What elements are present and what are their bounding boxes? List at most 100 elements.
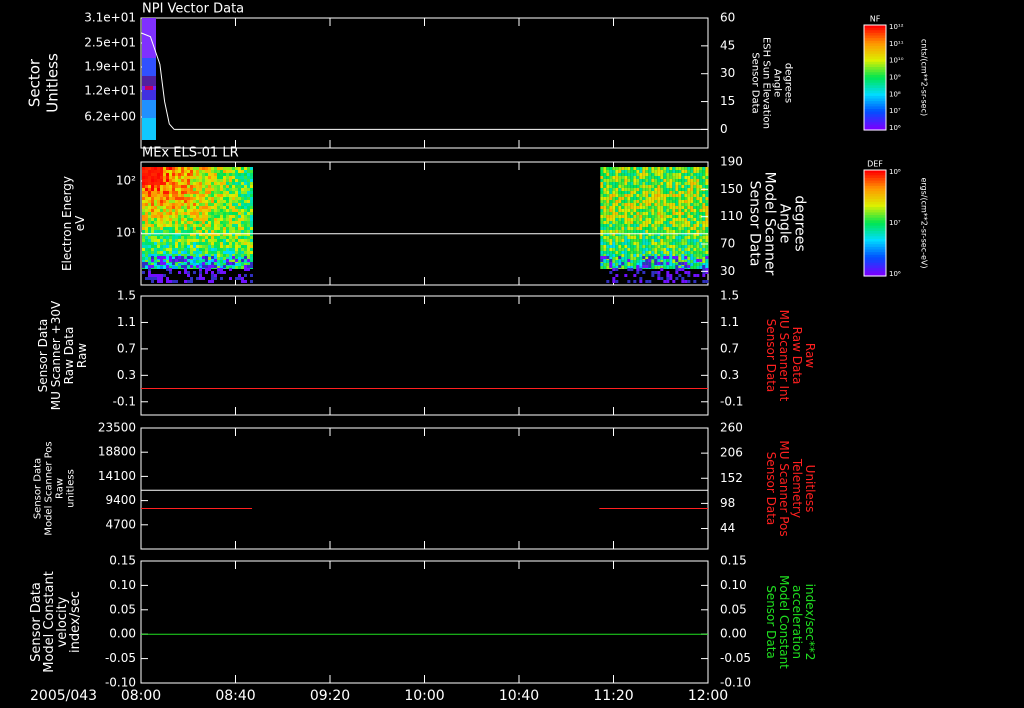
y-tick-label: 6.2e+00	[84, 110, 136, 124]
right-y-tick-label: -0.05	[720, 651, 751, 665]
y-tick-label: 9400	[105, 493, 136, 507]
panel-1-ylabel-line: Sector	[26, 58, 44, 107]
panel-3-ylabel-line: MU Scanner +30V	[49, 300, 63, 410]
x-tick-label: 10:40	[499, 688, 539, 704]
colorbar-tick-label: 10¹¹	[889, 40, 904, 48]
sector-cell	[142, 118, 156, 140]
panel-5-right-ylabel: Sensor Data Model Constant acceleration ind…	[764, 575, 817, 669]
panel-3-right-ylabel-line: MU Scanner Int	[777, 310, 791, 402]
panel-3-right-ylabel-line: Raw	[803, 343, 817, 368]
colorbar-tick-label: 10⁶	[889, 124, 901, 132]
right-y-tick-label: 0.00	[720, 627, 747, 641]
panel-3-right-ylabel-line: Sensor Data	[764, 319, 778, 393]
colorbar-unit: cnts/(cm**2-sr-sec)	[920, 39, 929, 116]
panel-4-right-ylabel-line: MU Scanner Pos	[777, 440, 791, 536]
right-y-tick-label: 1.5	[720, 289, 739, 303]
right-y-tick-label: 30	[720, 264, 735, 278]
spectrogram-block	[600, 167, 709, 283]
panel-4-ylabel-line: Raw	[55, 478, 66, 499]
colorbar-tick-label: 10¹⁰	[889, 57, 904, 65]
x-tick-label: 09:20	[310, 688, 350, 704]
panel-2-right-ylabel-line: Angle	[777, 204, 793, 244]
panel-1: 3.1e+01 2.5e+01 1.9e+01 1.2e+01 6.2e+00 60 45 3…	[84, 11, 735, 149]
y-tick-label: -0.1	[113, 394, 136, 408]
right-y-tick-label: 30	[720, 66, 735, 80]
sector-cell	[142, 18, 156, 58]
right-y-tick-label: 0.3	[720, 368, 739, 382]
sector-cell	[142, 76, 156, 86]
right-y-tick-label: 110	[720, 209, 743, 223]
y-tick-label: 10¹	[116, 226, 136, 240]
right-y-tick-label: 44	[720, 521, 735, 535]
chart-canvas: 3.1e+01 2.5e+01 1.9e+01 1.2e+01 6.2e+00 60 45 3…	[26, 2, 929, 705]
panel-1-ylabel: Sector Unitless	[26, 53, 62, 113]
panel-1-ylabel-line: Unitless	[44, 53, 62, 113]
panel-4: 23500 18800 14100 9400 4700 260 206 152 98 44	[98, 421, 743, 550]
panel-4-ylabel-line: Sensor Data	[33, 458, 44, 519]
panel-4-frame	[140, 427, 709, 550]
right-y-tick-label: 0.7	[720, 341, 739, 355]
right-y-tick-label: 0.15	[720, 554, 747, 568]
right-y-tick-label: 0.10	[720, 578, 747, 592]
panel-3-frame	[140, 295, 709, 416]
sector-cell	[142, 90, 156, 100]
colorbar-def: DEF 10⁸ 10⁷ 10⁶ ergs/(cm**2-sr-sec-eV)	[863, 160, 929, 278]
panel-1-right-ylabel-line: ESH Sun Elevation	[761, 37, 772, 129]
panel-2-title: MEx ELS-01 LR	[142, 146, 239, 161]
panel-4-right-ylabel-line: Sensor Data	[764, 452, 778, 526]
right-y-tick-label: 98	[720, 496, 735, 510]
x-tick-label: 08:40	[215, 688, 255, 704]
colorbar-tick-label: 10¹²	[889, 23, 904, 31]
panel-5-frame	[140, 560, 709, 684]
panel-1-title: NPI Vector Data	[142, 2, 244, 17]
panel-3-right-ylabel-line: Raw Data	[790, 327, 804, 385]
panel-2-right-ylabel: Sensor Data Model Scanner Angle degrees	[747, 172, 808, 276]
colorbar-tick-label: 10⁹	[889, 74, 901, 82]
y-tick-label: 10²	[116, 174, 136, 188]
panel-1-right-ylabel: Sensor Data ESH Sun Elevation Angle degrees	[750, 37, 794, 129]
y-tick-label: 0.00	[109, 627, 136, 641]
panel-2-ylabel: Electron Energy eV	[60, 176, 87, 271]
panel-1-right-ylabel-line: Sensor Data	[750, 52, 761, 113]
x-tick-label: 12:00	[688, 688, 728, 704]
panel-5-right-ylabel-line: acceleration	[790, 585, 804, 659]
panel-5-ylabel: Sensor DataModel Constantvelocityindex/s…	[29, 571, 83, 673]
date-label: 2005/043	[30, 688, 97, 704]
colorbar-tag: DEF	[867, 160, 883, 169]
y-tick-label: 23500	[98, 421, 136, 435]
panel-2-ylabel-line: eV	[73, 215, 87, 231]
y-tick-label: 0.7	[117, 341, 136, 355]
panel-1-right-ylabel-line: degrees	[783, 63, 794, 103]
panel-3-ylabel-line: Raw Data	[62, 327, 76, 385]
panel-3-right-ylabel: Sensor Data MU Scanner Int Raw Data Raw	[764, 310, 817, 402]
x-tick-label: 08:00	[121, 688, 161, 704]
y-tick-label: 0.3	[117, 368, 136, 382]
x-tick-label: 11:20	[593, 688, 633, 704]
sector-cell	[142, 100, 156, 118]
panel-5-ylabel-line: index/sec	[68, 591, 83, 653]
right-y-tick-label: 1.1	[720, 315, 739, 329]
y-tick-label: 2.5e+01	[84, 36, 136, 50]
right-y-tick-label: 150	[720, 182, 743, 196]
colorbar-unit: ergs/(cm**2-sr-sec-eV)	[920, 177, 929, 268]
right-y-tick-label: 15	[720, 94, 735, 108]
colorbar-tag: NF	[870, 15, 881, 24]
panel-1-right-ylabel-line: Angle	[772, 69, 783, 97]
panel-4-ylabel-line: unitless	[66, 469, 77, 508]
panel-5: 0.150.100.050.00-0.05-0.100.150.100.050.…	[105, 554, 751, 690]
panel-5-right-ylabel-line: index/sec**2	[803, 584, 817, 661]
panel-2-right-ylabel-line: Model Scanner	[762, 172, 778, 276]
panel-5-right-ylabel-line: Model Constant	[777, 575, 791, 669]
panel-4-right-ylabel-line: Telemetry	[790, 458, 804, 518]
right-y-tick-label: 60	[720, 11, 735, 25]
panel-2-right-ylabel-line: degrees	[792, 195, 808, 251]
sector-cell	[145, 86, 153, 90]
right-y-tick-label: 70	[720, 237, 735, 251]
y-tick-label: 18800	[98, 445, 136, 459]
panel-3-ylabel-line: Raw	[75, 343, 89, 368]
right-y-tick-label: 190	[720, 155, 743, 169]
y-tick-label: 0.05	[109, 602, 136, 616]
panel-5-right-ylabel-line: Sensor Data	[764, 585, 778, 659]
panel-3-ylabel-line: Sensor Data	[36, 319, 50, 393]
panel-4-right-ylabel: Sensor Data MU Scanner Pos Telemetry Unitle…	[764, 440, 817, 536]
